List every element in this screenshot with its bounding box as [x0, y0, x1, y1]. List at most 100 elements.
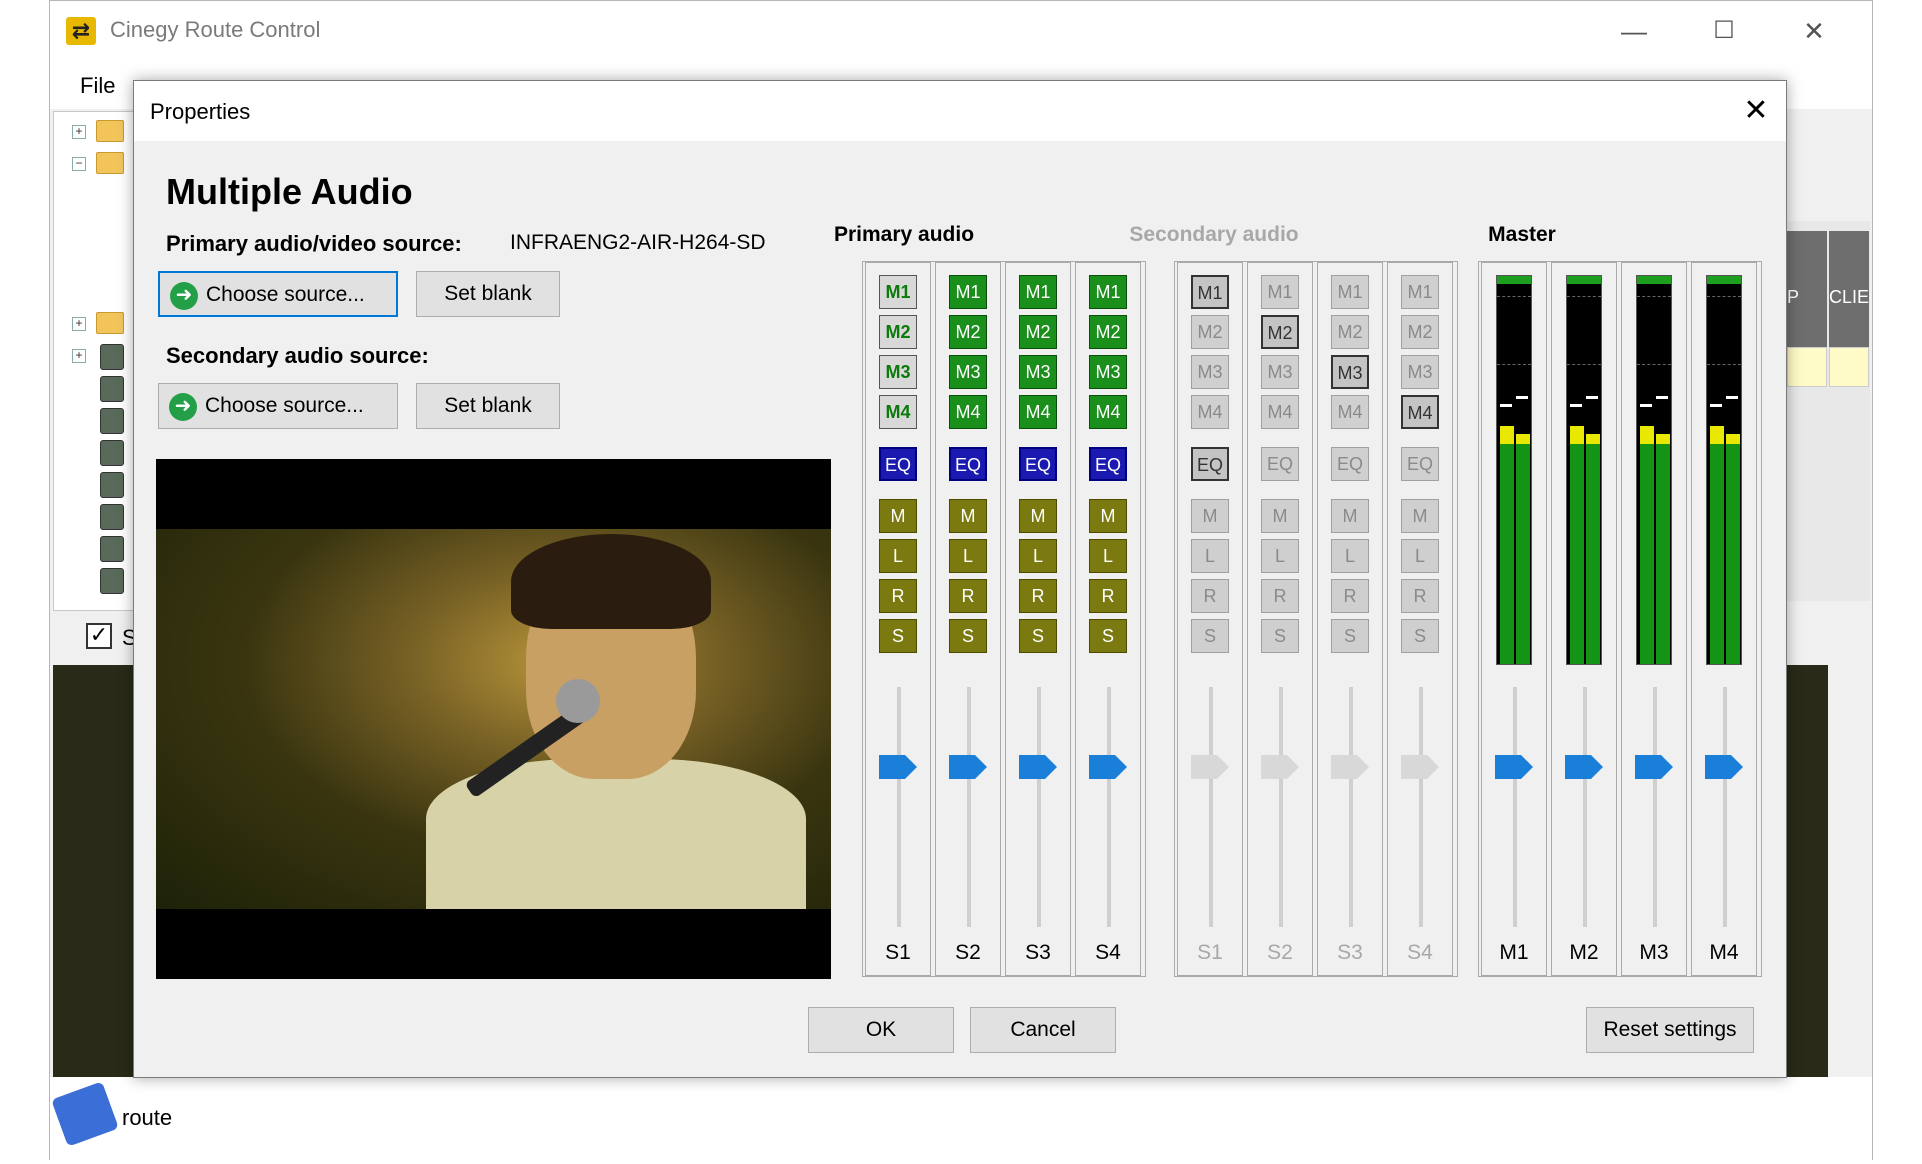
expand-icon[interactable]: +: [72, 125, 86, 139]
toggle-m-button[interactable]: M: [1401, 499, 1439, 533]
toggle-m-button[interactable]: M: [1331, 499, 1369, 533]
toggle-r-button[interactable]: R: [879, 579, 917, 613]
route-m1-button[interactable]: M1: [879, 275, 917, 309]
right-cell[interactable]: [1829, 347, 1869, 387]
maximize-button[interactable]: ☐: [1704, 11, 1744, 51]
route-m3-button[interactable]: M3: [1191, 355, 1229, 389]
menu-file[interactable]: File: [80, 73, 115, 99]
fader-track[interactable]: [1037, 687, 1041, 927]
tree-node[interactable]: [72, 504, 132, 530]
route-m2-button[interactable]: M2: [1331, 315, 1369, 349]
route-m3-button[interactable]: M3: [1331, 355, 1369, 389]
eq-button[interactable]: EQ: [1401, 447, 1439, 481]
collapse-icon[interactable]: −: [72, 157, 86, 171]
tree-node[interactable]: [72, 408, 132, 434]
tree-node[interactable]: +: [72, 312, 132, 338]
fader-thumb[interactable]: [1635, 755, 1675, 779]
toggle-l-button[interactable]: L: [1089, 539, 1127, 573]
toggle-m-button[interactable]: M: [1089, 499, 1127, 533]
toggle-s-button[interactable]: S: [879, 619, 917, 653]
tree-node[interactable]: −: [72, 152, 132, 178]
fader-track[interactable]: [1107, 687, 1111, 927]
tree-node[interactable]: [72, 376, 132, 402]
route-m2-button[interactable]: M2: [1089, 315, 1127, 349]
route-m4-button[interactable]: M4: [1261, 395, 1299, 429]
fader-track[interactable]: [1279, 687, 1283, 927]
toggle-s-button[interactable]: S: [1261, 619, 1299, 653]
choose-secondary-source-button[interactable]: ➜ Choose source...: [158, 383, 398, 429]
eq-button[interactable]: EQ: [1331, 447, 1369, 481]
toggle-m-button[interactable]: M: [1191, 499, 1229, 533]
fader-thumb[interactable]: [879, 755, 919, 779]
ok-button[interactable]: OK: [808, 1007, 954, 1053]
route-m2-button[interactable]: M2: [1191, 315, 1229, 349]
fader-track[interactable]: [967, 687, 971, 927]
toggle-s-button[interactable]: S: [949, 619, 987, 653]
sidebar-checkbox[interactable]: ✓: [86, 623, 112, 649]
reset-settings-button[interactable]: Reset settings: [1586, 1007, 1754, 1053]
toggle-m-button[interactable]: M: [1261, 499, 1299, 533]
right-cell[interactable]: [1787, 347, 1827, 387]
route-m3-button[interactable]: M3: [1019, 355, 1057, 389]
fader-track[interactable]: [1583, 687, 1587, 927]
toggle-l-button[interactable]: L: [1261, 539, 1299, 573]
set-blank-primary-button[interactable]: Set blank: [416, 271, 560, 317]
route-m4-button[interactable]: M4: [1401, 395, 1439, 429]
fader-track[interactable]: [1513, 687, 1517, 927]
route-m3-button[interactable]: M3: [949, 355, 987, 389]
fader-thumb[interactable]: [949, 755, 989, 779]
route-m4-button[interactable]: M4: [1019, 395, 1057, 429]
cancel-button[interactable]: Cancel: [970, 1007, 1116, 1053]
tree-node[interactable]: [72, 568, 132, 594]
tree-node[interactable]: [72, 536, 132, 562]
fader-thumb[interactable]: [1331, 755, 1371, 779]
toggle-r-button[interactable]: R: [1019, 579, 1057, 613]
toggle-r-button[interactable]: R: [1191, 579, 1229, 613]
toggle-l-button[interactable]: L: [879, 539, 917, 573]
tree-node[interactable]: +: [72, 344, 132, 370]
eq-button[interactable]: EQ: [1261, 447, 1299, 481]
eq-button[interactable]: EQ: [1089, 447, 1127, 481]
fader-thumb[interactable]: [1261, 755, 1301, 779]
right-column[interactable]: CLIEN: [1829, 231, 1869, 351]
toggle-m-button[interactable]: M: [1019, 499, 1057, 533]
route-m1-button[interactable]: M1: [949, 275, 987, 309]
fader-thumb[interactable]: [1191, 755, 1231, 779]
tree-node[interactable]: [72, 472, 132, 498]
fader-track[interactable]: [1653, 687, 1657, 927]
toggle-r-button[interactable]: R: [1331, 579, 1369, 613]
route-m1-button[interactable]: M1: [1089, 275, 1127, 309]
eq-button[interactable]: EQ: [1019, 447, 1057, 481]
fader-thumb[interactable]: [1495, 755, 1535, 779]
choose-primary-source-button[interactable]: ➜ Choose source...: [158, 271, 398, 317]
toggle-s-button[interactable]: S: [1019, 619, 1057, 653]
toggle-r-button[interactable]: R: [1401, 579, 1439, 613]
route-m2-button[interactable]: M2: [949, 315, 987, 349]
route-m2-button[interactable]: M2: [1401, 315, 1439, 349]
route-m1-button[interactable]: M1: [1191, 275, 1229, 309]
toggle-s-button[interactable]: S: [1401, 619, 1439, 653]
tree-node[interactable]: +: [72, 120, 132, 146]
tree-node[interactable]: [72, 440, 132, 466]
toggle-r-button[interactable]: R: [1261, 579, 1299, 613]
route-m3-button[interactable]: M3: [1401, 355, 1439, 389]
set-blank-secondary-button[interactable]: Set blank: [416, 383, 560, 429]
eq-button[interactable]: EQ: [879, 447, 917, 481]
route-m1-button[interactable]: M1: [1019, 275, 1057, 309]
route-m1-button[interactable]: M1: [1261, 275, 1299, 309]
toggle-s-button[interactable]: S: [1191, 619, 1229, 653]
fader-thumb[interactable]: [1565, 755, 1605, 779]
fader-thumb[interactable]: [1705, 755, 1745, 779]
toggle-s-button[interactable]: S: [1089, 619, 1127, 653]
toggle-l-button[interactable]: L: [1401, 539, 1439, 573]
toggle-r-button[interactable]: R: [1089, 579, 1127, 613]
toggle-l-button[interactable]: L: [1191, 539, 1229, 573]
minimize-button[interactable]: —: [1614, 11, 1654, 51]
route-m4-button[interactable]: M4: [1089, 395, 1127, 429]
route-m4-button[interactable]: M4: [949, 395, 987, 429]
route-m2-button[interactable]: M2: [1019, 315, 1057, 349]
route-m3-button[interactable]: M3: [1261, 355, 1299, 389]
route-m1-button[interactable]: M1: [1331, 275, 1369, 309]
eq-button[interactable]: EQ: [949, 447, 987, 481]
toggle-l-button[interactable]: L: [949, 539, 987, 573]
